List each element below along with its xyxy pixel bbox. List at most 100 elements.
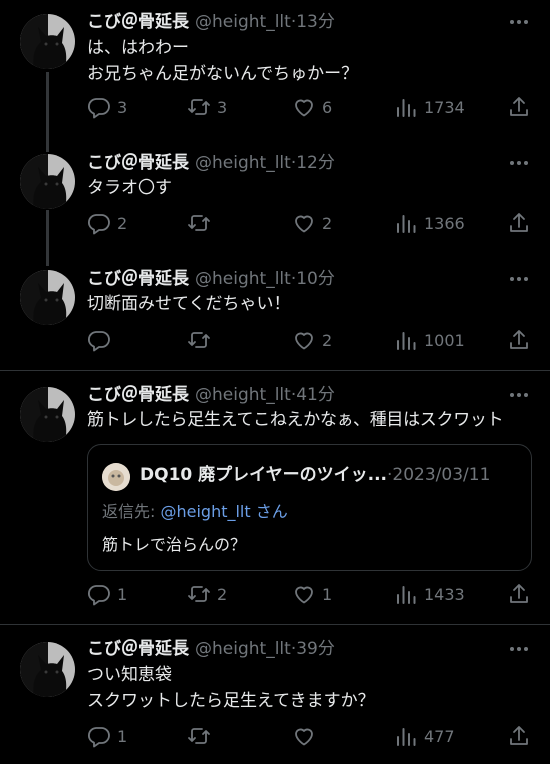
more-icon[interactable] — [508, 637, 530, 661]
share-button[interactable] — [507, 208, 531, 238]
avatar[interactable] — [20, 387, 75, 442]
display-name[interactable]: こび＠骨延長 — [87, 639, 189, 659]
tweet-header: こび＠骨延長 @height_llt·39分 — [87, 637, 500, 661]
user-handle[interactable]: @height_llt — [195, 385, 291, 405]
like-icon — [292, 582, 316, 606]
tweet[interactable]: こび＠骨延長 @height_llt·12分 タラオ〇す 2 2 1366 — [0, 151, 550, 251]
action-bar: 2 1001 — [0, 325, 550, 355]
more-icon[interactable] — [508, 10, 530, 34]
retweet-icon — [187, 95, 211, 119]
views-button[interactable]: 1433 — [394, 579, 465, 609]
avatar[interactable] — [20, 154, 75, 209]
tweet-text-line: スクワットしたら足生えてきますか？ — [87, 691, 375, 711]
quoted-text: 筋トレで治らんの？ — [102, 535, 247, 554]
tweet-text-line: タラオ〇す — [87, 178, 172, 198]
like-button[interactable]: 6 — [292, 92, 332, 122]
display-name[interactable]: こび＠骨延長 — [87, 385, 189, 405]
like-button[interactable]: 1 — [292, 579, 332, 609]
views-button[interactable]: 1366 — [394, 208, 465, 238]
share-button[interactable] — [507, 325, 531, 355]
tweet-text-line: つい知恵袋 — [87, 665, 172, 685]
more-icon[interactable] — [508, 383, 530, 407]
tweet-text-line: お兄ちゃん足がないんでちゅかー？ — [87, 64, 359, 84]
reply-count: 2 — [117, 213, 128, 233]
tweet-text-line: 筋トレしたら足生えてこねえかなぁ、種目はスクワット — [87, 410, 504, 430]
reply-icon — [87, 211, 111, 235]
timestamp[interactable]: 41分 — [296, 385, 335, 405]
views-button[interactable]: 1001 — [394, 325, 465, 355]
reply-to-mention[interactable]: @height_llt — [160, 502, 250, 521]
tweet[interactable]: こび＠骨延長 @height_llt·39分 つい知恵袋 スクワットしたら足生えて… — [0, 637, 550, 764]
views-icon — [394, 724, 418, 748]
tweet-header: こび＠骨延長 @height_llt·12分 — [87, 151, 500, 175]
share-icon — [507, 95, 531, 119]
tweet-text-line: は、はわわー — [87, 38, 189, 58]
more-icon[interactable] — [508, 151, 530, 175]
quoted-header: DQ10 廃プレイヤーのツイッ...·2023/03/11 — [140, 462, 490, 488]
divider — [0, 624, 550, 625]
timestamp[interactable]: 39分 — [296, 639, 335, 659]
tweet-text-line: 切断面みせてくだちゃい！ — [87, 294, 291, 314]
avatar[interactable] — [20, 642, 75, 697]
tweet-text: 筋トレしたら足生えてこねえかなぁ、種目はスクワット — [87, 407, 540, 433]
view-count: 1433 — [424, 584, 465, 604]
cat-avatar-image — [20, 14, 75, 69]
display-name[interactable]: こび＠骨延長 — [87, 12, 189, 32]
cat-avatar-image — [20, 270, 75, 325]
retweet-icon — [187, 328, 211, 352]
reply-button[interactable]: 3 — [87, 92, 127, 122]
tweet-header: こび＠骨延長 @height_llt·41分 — [87, 383, 500, 407]
tweet[interactable]: こび＠骨延長 @height_llt·10分 切断面みせてくだちゃい！ 2 100… — [0, 267, 550, 367]
timeline-feed: こび＠骨延長 @height_llt·13分 は、はわわー お兄ちゃん足がないんで… — [0, 0, 550, 764]
cat-avatar-image — [20, 387, 75, 442]
user-handle[interactable]: @height_llt — [195, 269, 291, 289]
user-handle[interactable]: @height_llt — [195, 12, 291, 32]
view-count: 1001 — [424, 330, 465, 350]
more-icon[interactable] — [508, 267, 530, 291]
quoted-avatar-image — [102, 463, 130, 491]
views-icon — [394, 582, 418, 606]
tweet-text: 切断面みせてくだちゃい！ — [87, 291, 535, 317]
reply-button[interactable]: 2 — [87, 208, 127, 238]
quoted-display-name[interactable]: DQ10 廃プレイヤーのツイッ... — [140, 465, 387, 485]
share-button[interactable] — [507, 579, 531, 609]
user-handle[interactable]: @height_llt — [195, 153, 291, 173]
reply-button[interactable] — [87, 325, 111, 355]
retweet-button[interactable]: 2 — [187, 579, 227, 609]
action-bar: 1 2 1 1433 — [0, 579, 550, 609]
reply-button[interactable]: 1 — [87, 721, 127, 751]
views-button[interactable]: 477 — [394, 721, 455, 751]
retweet-icon — [187, 582, 211, 606]
quoted-tweet[interactable]: DQ10 廃プレイヤーのツイッ...·2023/03/11 返信先: @heig… — [87, 444, 532, 571]
reply-icon — [87, 328, 111, 352]
tweet-text: は、はわわー お兄ちゃん足がないんでちゅかー？ — [87, 35, 535, 87]
timestamp[interactable]: 10分 — [296, 269, 335, 289]
view-count: 1366 — [424, 213, 465, 233]
views-button[interactable]: 1734 — [394, 92, 465, 122]
reply-icon — [87, 724, 111, 748]
tweet-header: こび＠骨延長 @height_llt·13分 — [87, 10, 500, 34]
reply-icon — [87, 95, 111, 119]
share-button[interactable] — [507, 721, 531, 751]
retweet-button[interactable]: 3 — [187, 92, 227, 122]
like-icon — [292, 328, 316, 352]
like-button[interactable]: 2 — [292, 208, 332, 238]
retweet-count: 3 — [217, 97, 228, 117]
retweet-button[interactable] — [187, 325, 211, 355]
user-handle[interactable]: @height_llt — [195, 639, 291, 659]
display-name[interactable]: こび＠骨延長 — [87, 153, 189, 173]
like-icon — [292, 95, 316, 119]
retweet-button[interactable] — [187, 208, 211, 238]
reply-button[interactable]: 1 — [87, 579, 127, 609]
share-button[interactable] — [507, 92, 531, 122]
tweet[interactable]: こび＠骨延長 @height_llt·13分 は、はわわー お兄ちゃん足がないんで… — [0, 10, 550, 125]
display-name[interactable]: こび＠骨延長 — [87, 269, 189, 289]
timestamp[interactable]: 13分 — [296, 12, 335, 32]
like-button[interactable]: 2 — [292, 325, 332, 355]
retweet-button[interactable] — [187, 721, 211, 751]
timestamp[interactable]: 12分 — [296, 153, 335, 173]
avatar[interactable] — [20, 14, 75, 69]
avatar[interactable] — [20, 270, 75, 325]
tweet[interactable]: こび＠骨延長 @height_llt·41分 筋トレしたら足生えてこねえかなぁ、種… — [0, 383, 550, 623]
like-button[interactable] — [292, 721, 316, 751]
